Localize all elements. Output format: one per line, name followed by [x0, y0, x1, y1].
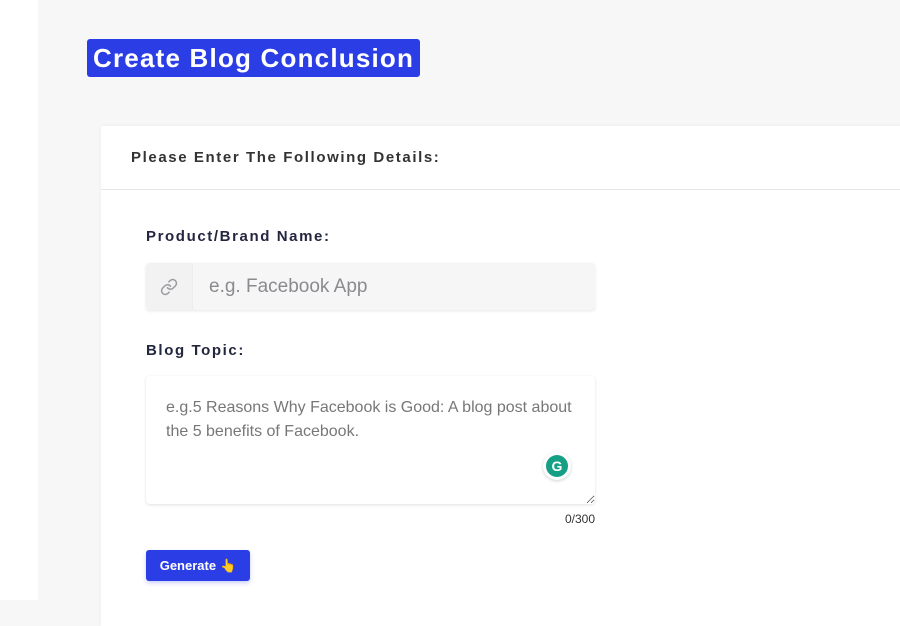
- brand-name-input[interactable]: [193, 263, 595, 310]
- main-content: Create Blog Conclusion Please Enter The …: [38, 0, 900, 626]
- blog-topic-textarea[interactable]: [146, 376, 595, 504]
- card-header: Please Enter The Following Details:: [101, 126, 900, 190]
- blog-topic-label: Blog Topic:: [146, 342, 245, 359]
- generate-button-label: Generate: [159, 558, 217, 573]
- grammarly-icon[interactable]: G: [543, 452, 571, 480]
- brand-name-label: Product/Brand Name:: [146, 228, 331, 245]
- sidebar: [0, 0, 39, 600]
- details-card: Please Enter The Following Details: Prod…: [101, 126, 900, 626]
- link-icon: [146, 263, 193, 310]
- grammarly-letter: G: [546, 455, 568, 477]
- page-title: Create Blog Conclusion: [87, 39, 421, 77]
- pointing-hand-icon: 👆: [220, 557, 237, 573]
- card-header-title: Please Enter The Following Details:: [131, 149, 441, 166]
- generate-button[interactable]: Generate 👆: [146, 550, 250, 581]
- brand-name-input-group: [146, 263, 595, 310]
- char-count: 0/300: [564, 512, 595, 526]
- blog-topic-wrap: G: [146, 376, 595, 504]
